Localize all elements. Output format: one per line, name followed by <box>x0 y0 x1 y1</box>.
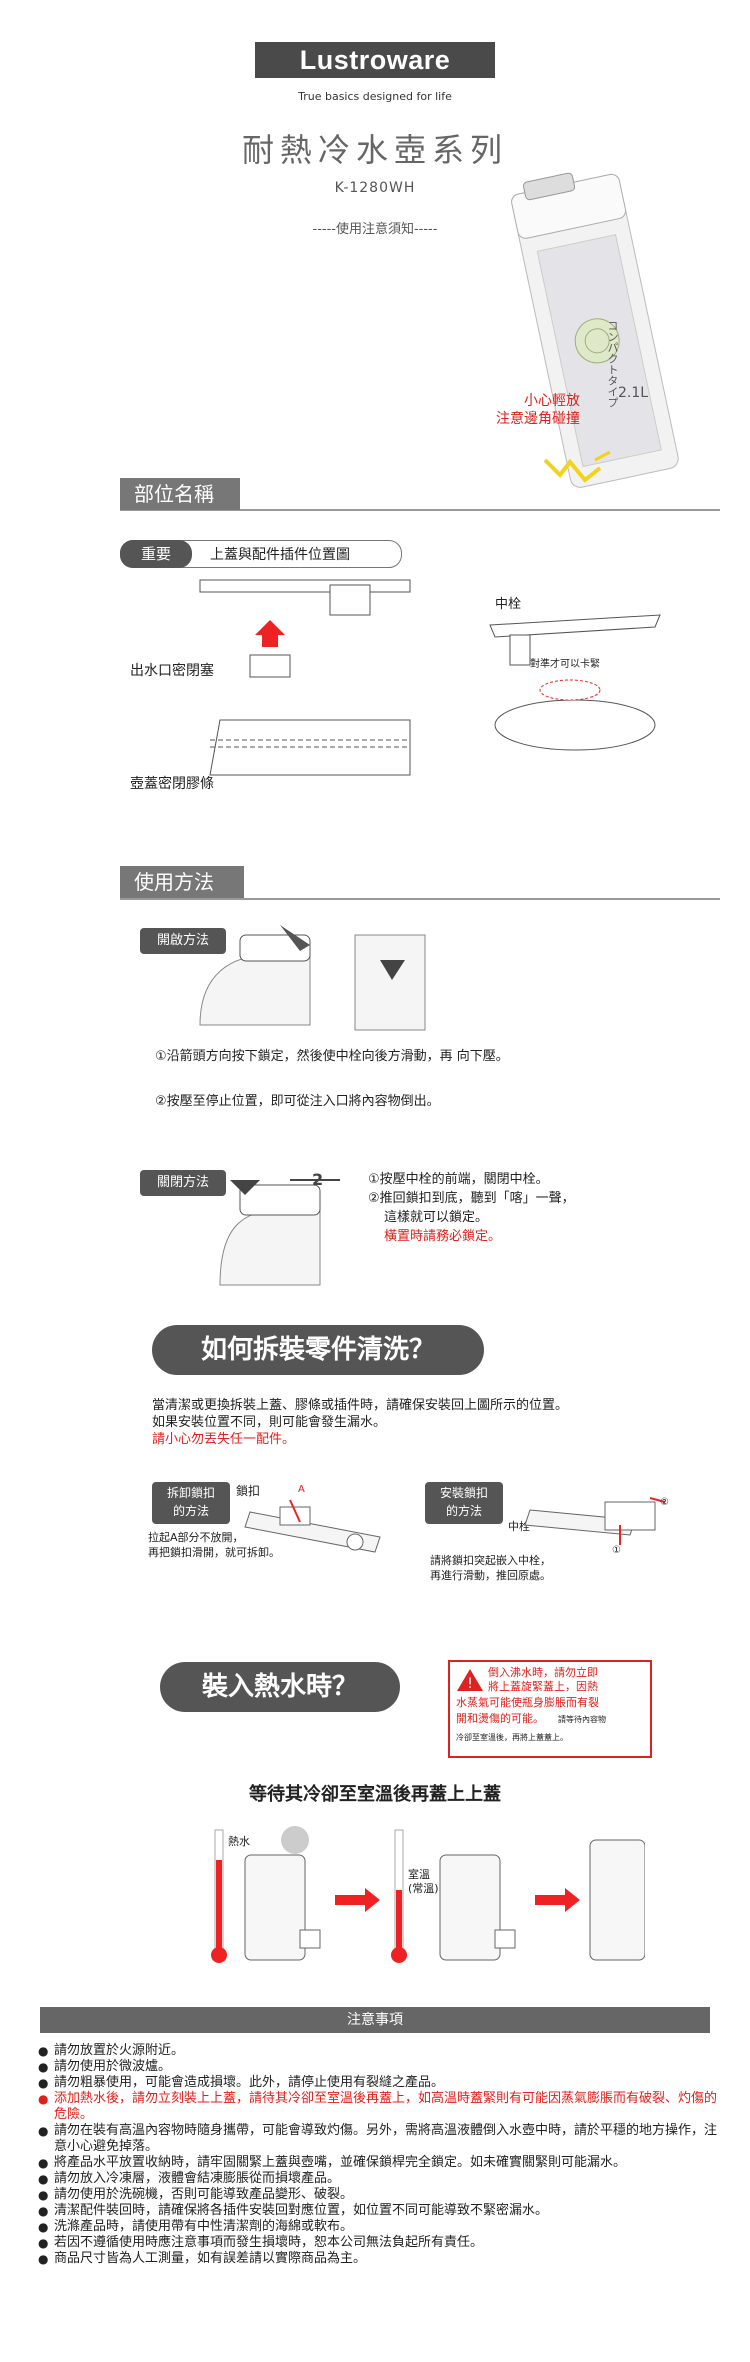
note-item: 將產品水平放置收納時，請牢固關緊上蓋與壺嘴，並確保鎖桿完全鎖定。如未確實關緊則可… <box>38 2155 728 2171</box>
important-tag: 重要 <box>120 540 192 568</box>
caution-text: 小心輕放 注意邊角碰撞 <box>496 393 580 427</box>
note-item-warning: 添加熱水後，請勿立刻裝上上蓋，請待其冷卻至室溫後再蓋上，如高溫時蓋緊則有可能因蒸… <box>38 2091 728 2123</box>
model-number: K-1280WH <box>334 180 416 196</box>
note-item: 請勿粗暴使用，可能會造成損壞。此外，請停止使用有裂縫之產品。 <box>38 2075 728 2091</box>
spout-plug-label: 出水口密閉塞 <box>130 663 214 679</box>
note-item: 請勿使用於洗碗機，否則可能導致產品變形、破裂。 <box>38 2187 728 2203</box>
lid-cross-section-diagram <box>199 579 411 776</box>
note-item: 洗滌產品時，請使用帶有中性清潔劑的海綿或軟布。 <box>38 2219 728 2235</box>
open-step-2: ②按壓至停止位置，即可從注入口將內容物倒出。 <box>155 1094 440 1109</box>
notes-title: 注意事項 <box>40 2007 710 2033</box>
section-divider <box>120 898 720 900</box>
install-step-2-marker: ② <box>660 1497 669 1508</box>
center-plug-diagram <box>489 614 661 751</box>
note-item: 清潔配件裝回時，請確保將各插件安裝回對應位置，如位置不同可能導致不緊密漏水。 <box>38 2203 728 2219</box>
open-step-1: ①沿箭頭方向按下鎖定，然後使中栓向後方滑動，再 向下壓。 <box>155 1049 509 1064</box>
section-parts-title: 部位名稱 <box>120 478 240 510</box>
install-lock-desc: 請將鎖扣突起嵌入中栓， 再進行滑動，推回原處。 <box>430 1554 551 1582</box>
usage-notice-subtitle: -----使用注意須知----- <box>312 222 438 237</box>
pitcher-product-image <box>511 172 679 488</box>
close-arrow-number: 2 <box>312 1170 324 1189</box>
cool-before-lid-instruction: 等待其冷卻至室溫後再蓋上上蓋 <box>249 1784 501 1805</box>
install-lock-tag: 安裝鎖扣 的方法 <box>425 1482 503 1524</box>
notes-list: 請勿放置於火源附近。 請勿使用於微波爐。 請勿粗暴使用，可能會造成損壞。此外，請… <box>38 2043 728 2267</box>
install-step-1-marker: ① <box>612 1545 621 1556</box>
room-temp-label: 室溫 (常溫) <box>408 1868 439 1895</box>
note-item: 請勿放置於火源附近。 <box>38 2043 728 2059</box>
close-steps: ①按壓中栓的前端，關閉中栓。 ②推回鎖扣到底，聽到「喀」一聲， 這樣就可以鎖定。… <box>368 1172 575 1244</box>
lid-gasket-label: 壺蓋密閉膠條 <box>130 776 214 792</box>
remove-lock-desc: 拉起A部分不放開， 再把鎖扣滑開，就可拆卸。 <box>148 1531 280 1559</box>
section-usage-title: 使用方法 <box>120 866 244 898</box>
note-item: 請勿在裝有高溫內容物時隨身攜帶，可能會導致灼傷。另外，需將高溫液體倒入水壺中時，… <box>38 2123 728 2155</box>
note-item: 請勿放入冷凍層，液體會結凍膨脹從而損壞產品。 <box>38 2171 728 2187</box>
hot-water-bubble: 裝入熱水時？ <box>160 1662 400 1712</box>
warning-triangle-icon: ! <box>457 1669 483 1692</box>
hot-water-label: 熱水 <box>228 1835 250 1848</box>
cleaning-bubble: 如何拆裝零件清洗？ <box>152 1325 484 1375</box>
open-method-diagram <box>199 925 426 1031</box>
important-title: 上蓋與配件插件位置圖 <box>210 547 350 563</box>
align-hint-label: 對準才可以卡緊 <box>530 659 600 670</box>
cleaning-intro: 當清潔或更換拆裝上蓋、膠條或插件時，請確保安裝回上圖所示的位置。 如果安裝位置不… <box>152 1398 569 1447</box>
series-title: 耐熱冷水壺系列 <box>241 131 508 169</box>
note-item: 商品尺寸皆為人工測量，如有誤差請以實際商品為主。 <box>38 2251 728 2267</box>
brand-logo: Lustroware <box>255 42 495 78</box>
close-method-diagram <box>219 1179 340 1286</box>
hot-water-warning-box: ! 倒入沸水時，請勿立即 將上蓋旋緊蓋上，因熱 水蒸氣可能使瓶身膨脹而有裂 開和… <box>448 1660 652 1758</box>
product-label-volume: 2.1L <box>618 385 649 401</box>
impact-zigzag-icon <box>543 450 611 483</box>
note-item: 若因不遵循使用時應注意事項而發生損壞時，恕本公司無法負起所有責任。 <box>38 2235 728 2251</box>
note-item: 請勿使用於微波爐。 <box>38 2059 728 2075</box>
brand-tagline: True basics designed for life <box>298 90 452 103</box>
remove-lock-tag: 拆卸鎖扣 的方法 <box>152 1482 230 1524</box>
svg-text:!: ! <box>467 1676 473 1692</box>
